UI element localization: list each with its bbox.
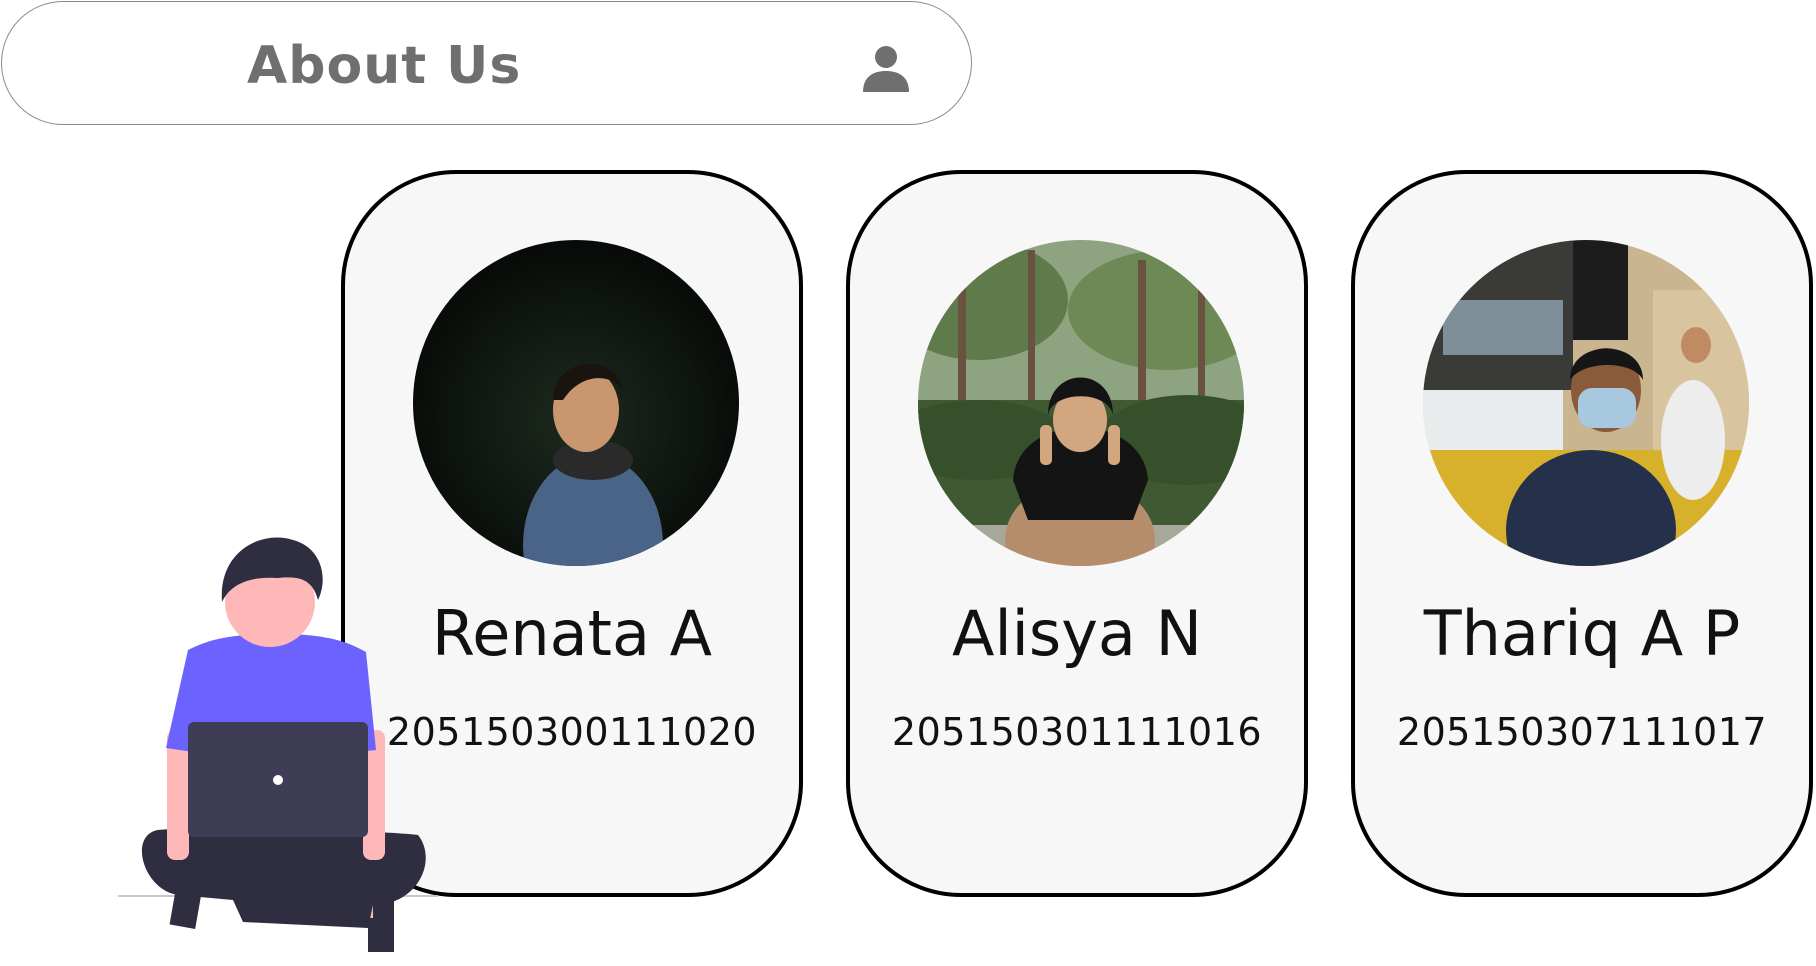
member-card: Thariq A P 205150307111017 [1351,170,1813,897]
top-header-bar: About Us [1,1,972,125]
member-name: Alisya N [952,597,1202,670]
member-name: Thariq A P [1423,597,1741,670]
member-id: 205150301111016 [891,710,1263,754]
member-photo [918,240,1244,566]
member-id: 205150307111017 [1396,710,1768,754]
page-title: About Us [247,36,522,96]
user-icon [863,46,909,92]
person-with-laptop-illustration [118,530,438,961]
member-photo [1423,240,1749,566]
member-photo [413,240,739,566]
profile-button[interactable] [858,40,914,96]
member-card: Alisya N 205150301111016 [846,170,1308,897]
